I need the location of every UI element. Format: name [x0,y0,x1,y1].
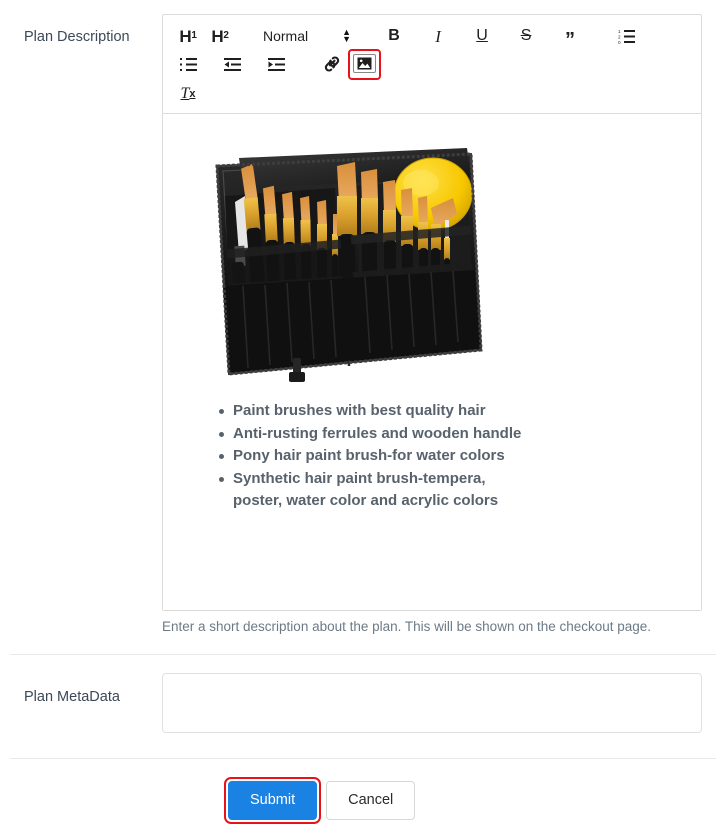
product-image[interactable] [209,136,487,386]
insert-image-annotation-box [348,48,381,80]
text-style-picker[interactable]: Normal ▲ ▼ [263,23,351,49]
heading-2-button[interactable]: H2 [207,23,233,49]
plan-metadata-label: Plan MetaData [24,689,120,705]
plan-description-row: Plan Description H1 H2 Normal ▲ ▼ B I U … [0,0,726,654]
rich-text-editor[interactable]: H1 H2 Normal ▲ ▼ B I U S ” 1 2 0 T x Pai… [162,14,702,611]
italic-button[interactable]: I [425,23,451,49]
bold-label: B [388,27,400,44]
blockquote-label: ” [565,29,576,51]
list-item: Paint brushes with best quality hair [219,400,533,423]
plan-description-form-page: Plan Description H1 H2 Normal ▲ ▼ B I U … [0,0,726,833]
clear-formatting-button[interactable]: Tx [175,81,201,107]
plan-description-help-text: Enter a short description about the plan… [162,619,652,634]
bullet-list-icon [179,57,197,71]
svg-text:1: 1 [618,29,621,34]
cancel-button[interactable]: Cancel [326,781,416,820]
strikethrough-label: S [520,27,532,44]
bold-button[interactable]: B [381,23,407,49]
list-item: Pony hair paint brush-for water colors [219,445,533,468]
text-style-picker-value: Normal [263,28,309,44]
outdent-icon [223,57,241,71]
underline-button[interactable]: U [469,23,495,49]
image-icon [357,57,372,69]
editor-content-area[interactable]: Paint brushes with best quality hair Ant… [163,114,701,610]
chevron-updown-icon: ▲ ▼ [342,27,352,44]
blockquote-button[interactable]: ” [557,27,583,53]
heading-2-label: H [211,26,224,46]
list-item: Anti-rusting ferrules and wooden handle [219,423,533,446]
plan-metadata-input[interactable] [162,673,702,733]
strikethrough-button[interactable]: S [513,23,539,49]
link-icon [324,56,340,72]
indent-button[interactable] [263,51,289,77]
italic-label: I [435,26,441,46]
ordered-list-icon: 1 2 0 [618,29,635,44]
clear-formatting-label: T [180,85,190,102]
svg-text:0: 0 [618,40,621,44]
product-feature-list: Paint brushes with best quality hair Ant… [215,400,685,513]
link-button[interactable] [319,51,345,77]
insert-image-button[interactable] [348,48,381,80]
plan-description-control: H1 H2 Normal ▲ ▼ B I U S ” 1 2 0 T x Pai… [162,14,702,636]
insert-image-icon-frame [353,53,376,73]
bullet-list-button[interactable] [175,51,201,77]
form-actions: Submit Cancel [223,759,726,824]
heading-1-sub: 1 [191,30,197,41]
editor-toolbar: H1 H2 Normal ▲ ▼ B I U S ” 1 2 0 T x [163,15,701,114]
list-item: Synthetic hair paint brush-tempera, post… [219,468,533,513]
submit-button[interactable]: Submit [228,781,318,820]
ordered-list-button[interactable]: 1 2 0 [613,23,639,49]
heading-1-label: H [179,26,192,46]
plan-metadata-row: Plan MetaData [0,655,726,758]
plan-description-label: Plan Description [24,29,130,45]
svg-text:2: 2 [618,34,621,39]
paint-brush-set-illustration [215,148,483,382]
heading-2-sub: 2 [223,30,229,41]
submit-annotation-box: Submit [223,777,322,824]
clear-formatting-sub: x [189,87,196,100]
indent-icon [267,57,285,71]
plan-metadata-control [162,673,702,738]
heading-1-button[interactable]: H1 [175,23,201,49]
underline-label: U [476,27,488,44]
outdent-button[interactable] [219,51,245,77]
